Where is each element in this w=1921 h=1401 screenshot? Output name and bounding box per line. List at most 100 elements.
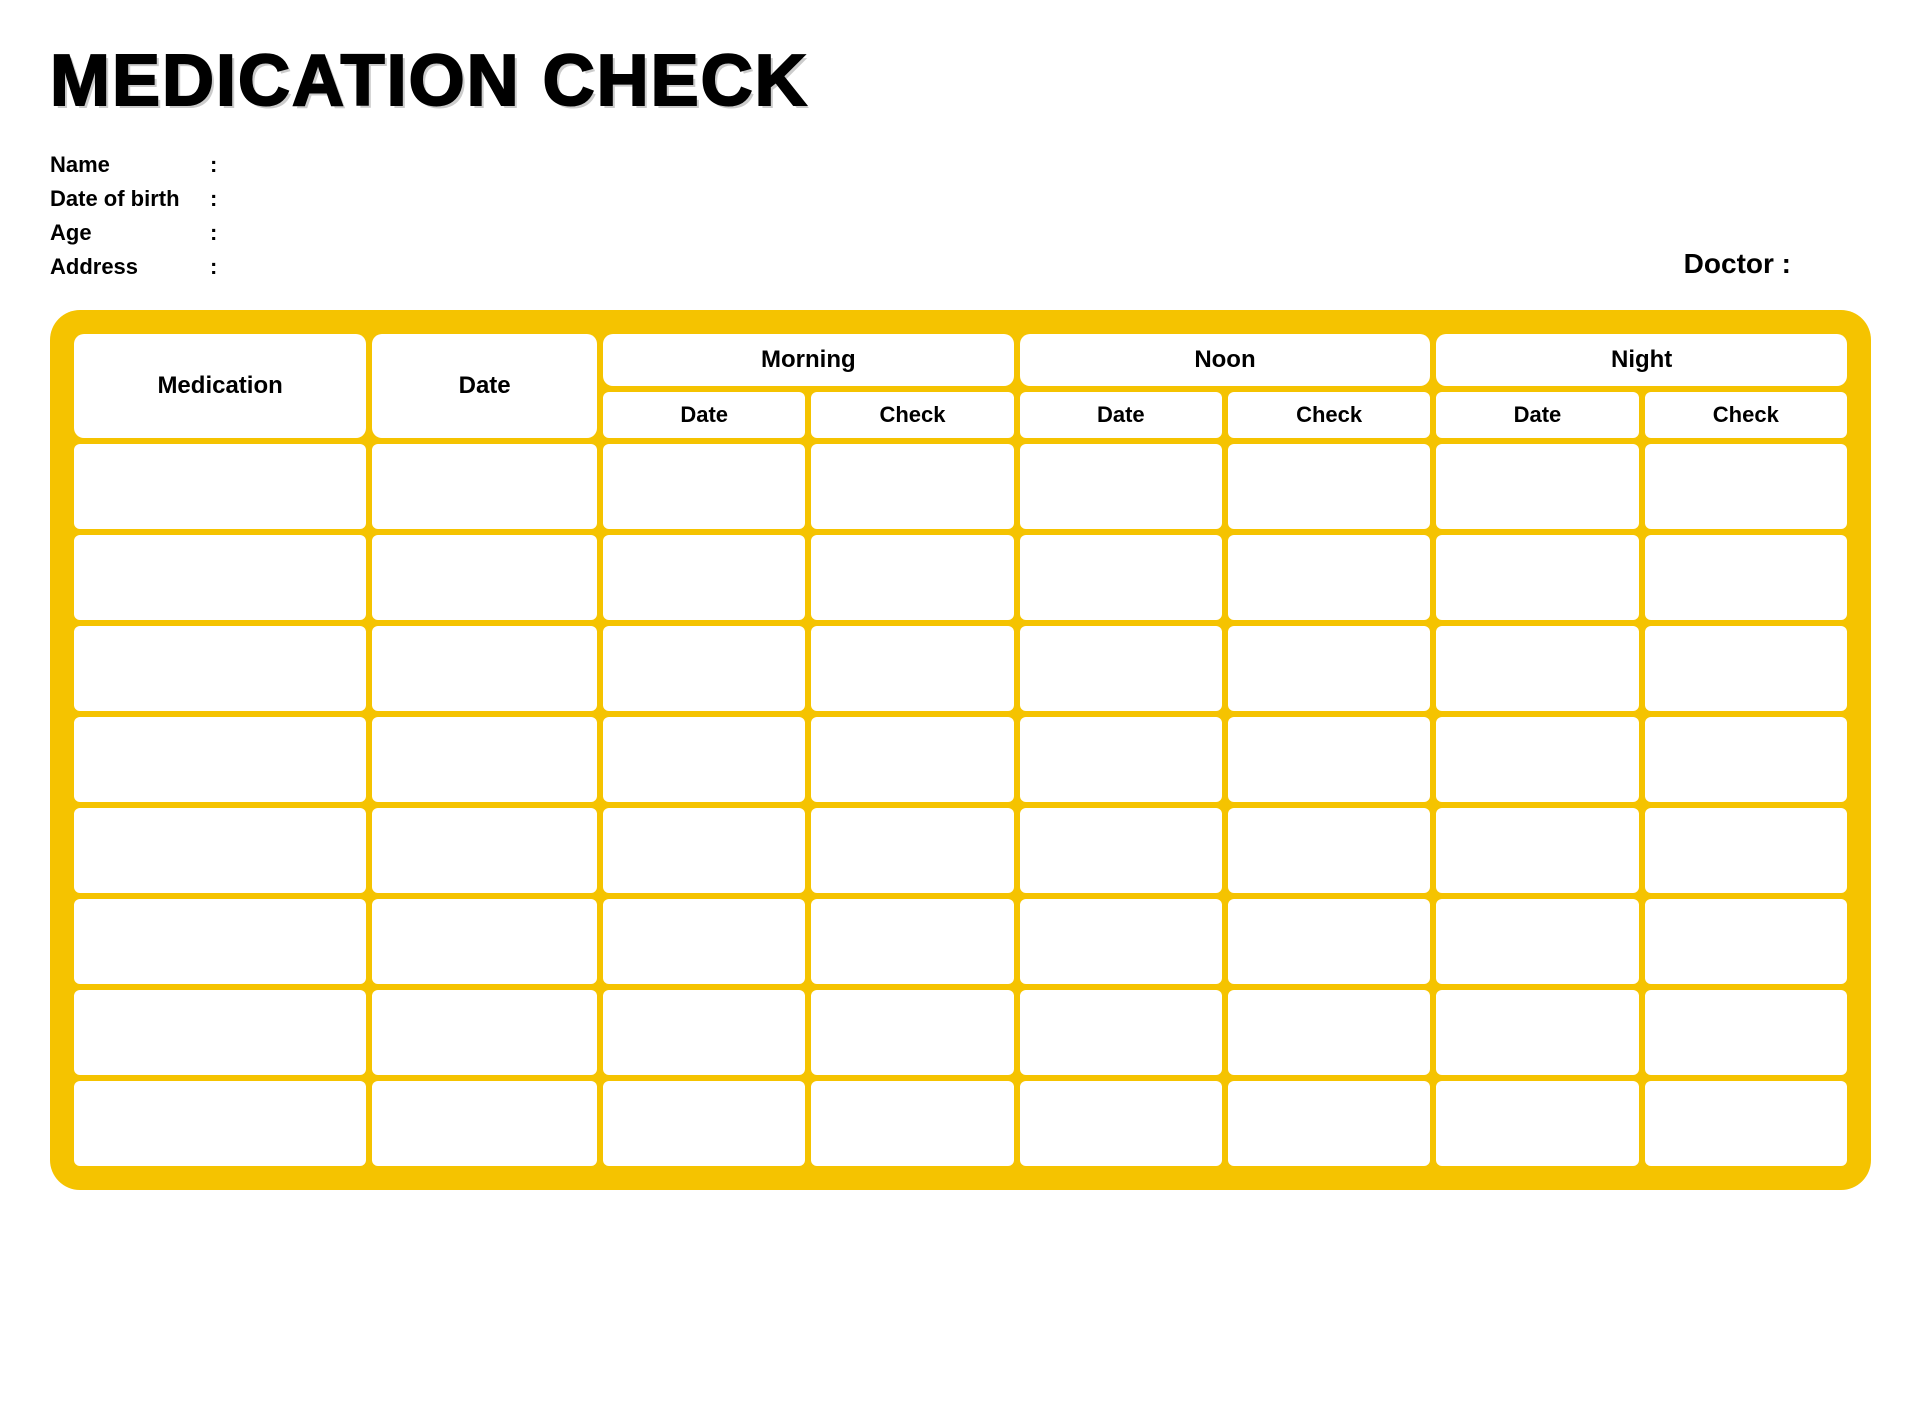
table-cell [1020,990,1222,1075]
age-row: Age : [50,220,1871,246]
address-label: Address [50,254,210,280]
table-cell [1645,1081,1847,1166]
table-cell [372,535,597,620]
table-cell [603,899,805,984]
medication-table: Medication Date Morning Noon Night Date … [68,328,1853,1172]
date-header: Date [372,334,597,438]
table-cell [1228,444,1430,529]
table-cell [1228,626,1430,711]
table-cell [74,1081,366,1166]
night-date-header: Date [1436,392,1638,438]
table-cell [1645,535,1847,620]
table-cell [372,808,597,893]
name-label: Name [50,152,210,178]
address-row: Address : [50,254,1871,280]
table-cell [1436,444,1638,529]
table-cell [603,990,805,1075]
table-cell [1020,899,1222,984]
medication-header: Medication [74,334,366,438]
table-cell [1436,535,1638,620]
table-cell [1436,1081,1638,1166]
table-cell [74,535,366,620]
table-cell [811,990,1013,1075]
table-cell [811,1081,1013,1166]
dob-label: Date of birth [50,186,210,212]
table-cell [1228,717,1430,802]
noon-check-header: Check [1228,392,1430,438]
table-cell [1645,899,1847,984]
table-row [74,808,1847,893]
table-cell [1020,808,1222,893]
table-cell [811,717,1013,802]
table-cell [1645,626,1847,711]
table-row [74,535,1847,620]
night-check-header: Check [1645,392,1847,438]
table-cell [811,808,1013,893]
table-cell [74,717,366,802]
table-cell [74,808,366,893]
table-cell [372,899,597,984]
table-cell [372,990,597,1075]
table-cell [372,444,597,529]
table-row [74,990,1847,1075]
table-cell [1436,626,1638,711]
patient-info-section: Name : Date of birth : Age : Address : D… [50,152,1871,280]
table-cell [603,626,805,711]
table-cell [1228,1081,1430,1166]
table-cell [1436,899,1638,984]
table-cell [811,626,1013,711]
age-colon: : [210,220,217,246]
table-cell [1228,899,1430,984]
medication-table-container: Medication Date Morning Noon Night Date … [50,310,1871,1190]
table-row [74,626,1847,711]
dob-colon: : [210,186,217,212]
table-cell [1228,808,1430,893]
morning-check-header: Check [811,392,1013,438]
table-row [74,717,1847,802]
address-colon: : [210,254,217,280]
noon-header: Noon [1020,334,1431,386]
table-cell [1645,717,1847,802]
table-cell [1020,717,1222,802]
table-cell [603,808,805,893]
morning-header: Morning [603,334,1014,386]
header-group-row: Medication Date Morning Noon Night [74,334,1847,386]
name-row: Name : [50,152,1871,178]
table-cell [372,717,597,802]
table-cell [1228,535,1430,620]
table-cell [811,444,1013,529]
table-row [74,1081,1847,1166]
table-cell [1645,990,1847,1075]
table-cell [1436,717,1638,802]
table-cell [74,444,366,529]
table-cell [603,1081,805,1166]
table-cell [1436,808,1638,893]
noon-date-header: Date [1020,392,1222,438]
table-cell [811,535,1013,620]
table-row [74,899,1847,984]
table-cell [74,626,366,711]
table-cell [1645,444,1847,529]
table-cell [603,717,805,802]
table-cell [1436,990,1638,1075]
table-cell [1645,808,1847,893]
table-cell [74,899,366,984]
doctor-label: Doctor : [1684,248,1791,280]
page-title: MEDICATION CHECK [50,40,1871,122]
table-cell [811,899,1013,984]
table-body [74,444,1847,1166]
table-row [74,444,1847,529]
night-header: Night [1436,334,1847,386]
morning-date-header: Date [603,392,805,438]
table-cell [1020,1081,1222,1166]
table-cell [1228,990,1430,1075]
patient-info: Name : Date of birth : Age : Address : [50,152,1871,280]
dob-row: Date of birth : [50,186,1871,212]
table-cell [603,535,805,620]
table-cell [1020,535,1222,620]
table-cell [74,990,366,1075]
table-cell [1020,626,1222,711]
table-cell [603,444,805,529]
age-label: Age [50,220,210,246]
name-colon: : [210,152,217,178]
